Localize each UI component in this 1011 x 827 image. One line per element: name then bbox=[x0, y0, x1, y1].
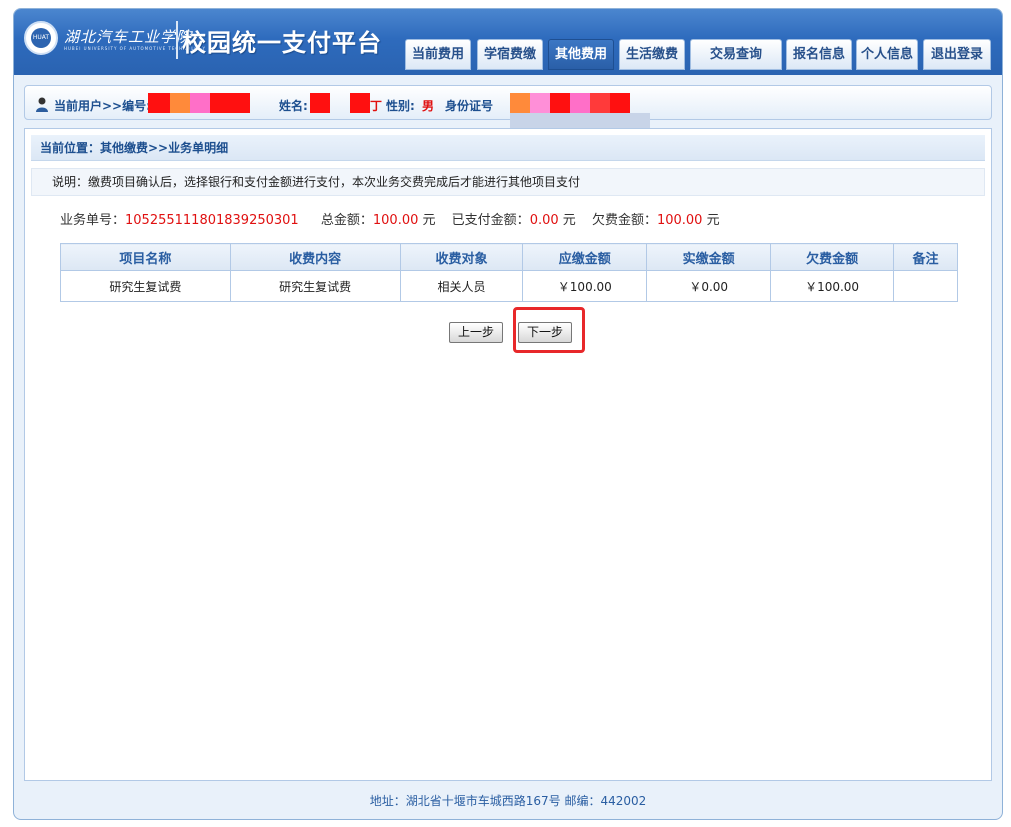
school-name: 湖北汽车工业学院 bbox=[64, 28, 193, 46]
tab-tuition-fees[interactable]: 学宿费缴 bbox=[477, 39, 543, 70]
paid-amount-value: 0.00 bbox=[529, 213, 559, 228]
paid-amount-unit: 元 bbox=[562, 213, 576, 228]
column-header: 收费内容 bbox=[229, 243, 401, 271]
total-amount-value: 100.00 bbox=[372, 213, 419, 228]
gender-label: 性别: bbox=[386, 99, 415, 113]
payment-notice: 说明：缴费项目确认后，选择银行和支付金额进行支付，本次业务交费完成后才能进行其他… bbox=[31, 168, 985, 196]
total-amount-label: 总金额： bbox=[320, 213, 373, 228]
user-icon bbox=[36, 97, 48, 112]
user-info-bar: 当前用户>>编号: 姓名: 丁 性别: 男 身份证号 bbox=[24, 85, 992, 131]
app-frame: HUAT 湖北汽车工业学院 HUBEI UNIVERSITY OF AUTOMO… bbox=[13, 8, 1003, 820]
main-content: 当前位置：其他缴费>>业务单明细 说明：缴费项目确认后，选择银行和支付金额进行支… bbox=[24, 128, 992, 781]
logo-divider bbox=[176, 21, 178, 59]
name-tail: 丁 bbox=[370, 99, 383, 113]
order-number-label: 业务单号： bbox=[60, 213, 126, 228]
table-cell: ￥100.00 bbox=[770, 270, 895, 302]
redacted-block bbox=[210, 93, 250, 113]
table-cell: ￥0.00 bbox=[646, 270, 772, 302]
column-header: 备注 bbox=[893, 243, 958, 271]
column-header: 欠费金额 bbox=[770, 243, 895, 271]
redacted-block bbox=[310, 93, 330, 113]
redacted-block bbox=[190, 93, 210, 113]
table-cell: 研究生复试费 bbox=[60, 270, 231, 302]
table-row: 研究生复试费 研究生复试费 相关人员 ￥100.00 ￥0.00 ￥100.00 bbox=[60, 270, 958, 302]
current-user-label: 当前用户>>编号: bbox=[54, 99, 151, 113]
paid-amount-label: 已支付金额： bbox=[451, 213, 530, 228]
redacted-block bbox=[570, 93, 590, 113]
column-header: 实缴金额 bbox=[646, 243, 772, 271]
total-amount-unit: 元 bbox=[422, 213, 436, 228]
tab-other-fees[interactable]: 其他费用 bbox=[548, 39, 614, 70]
redacted-block bbox=[590, 93, 610, 113]
column-header: 应缴金额 bbox=[522, 243, 648, 271]
redacted-block bbox=[530, 93, 550, 113]
next-step-highlight bbox=[513, 307, 585, 353]
tab-current-fees[interactable]: 当前费用 bbox=[405, 39, 471, 70]
table-header-row: 项目名称 收费内容 收费对象 应缴金额 实缴金额 欠费金额 备注 bbox=[60, 243, 958, 271]
gender-value: 男 bbox=[422, 99, 435, 113]
redacted-block bbox=[550, 93, 570, 113]
id-label: 身份证号 bbox=[445, 99, 494, 113]
redacted-block bbox=[610, 93, 630, 113]
tab-logout[interactable]: 退出登录 bbox=[923, 39, 991, 70]
order-number-value: 105255111801839250301 bbox=[125, 213, 299, 228]
emblem-text: HUAT bbox=[31, 28, 51, 48]
redacted-block bbox=[170, 93, 190, 113]
header: HUAT 湖北汽车工业学院 HUBEI UNIVERSITY OF AUTOMO… bbox=[14, 9, 1002, 75]
breadcrumb: 当前位置：其他缴费>>业务单明细 bbox=[31, 135, 985, 161]
column-header: 收费对象 bbox=[399, 243, 524, 271]
tab-transaction-query[interactable]: 交易查询 bbox=[690, 39, 782, 70]
redacted-block bbox=[510, 93, 530, 113]
tab-registration-info[interactable]: 报名信息 bbox=[786, 39, 852, 70]
school-emblem-icon: HUAT bbox=[24, 21, 58, 55]
name-label: 姓名: bbox=[279, 99, 308, 113]
redacted-block bbox=[148, 93, 170, 113]
table-cell bbox=[893, 270, 958, 302]
prev-step-button[interactable]: 上一步 bbox=[449, 322, 503, 343]
tab-personal-info[interactable]: 个人信息 bbox=[856, 39, 918, 70]
owed-amount-label: 欠费金额： bbox=[591, 213, 657, 228]
owed-amount-unit: 元 bbox=[706, 213, 720, 228]
platform-title: 校园统一支付平台 bbox=[182, 29, 382, 57]
footer-address: 地址：湖北省十堰市车城西路167号 邮编：442002 bbox=[369, 794, 647, 808]
tab-living-fees[interactable]: 生活缴费 bbox=[619, 39, 685, 70]
column-header: 项目名称 bbox=[60, 243, 231, 271]
owed-amount-value: 100.00 bbox=[656, 213, 703, 228]
fee-details-table: 项目名称 收费内容 收费对象 应缴金额 实缴金额 欠费金额 备注 研究生复试费 … bbox=[60, 243, 958, 302]
redacted-block bbox=[350, 93, 370, 113]
table-cell: ￥100.00 bbox=[522, 270, 648, 302]
table-cell: 研究生复试费 bbox=[229, 270, 401, 302]
order-summary: 业务单号：105255111801839250301 总金额：100.00 元 … bbox=[60, 209, 720, 228]
table-cell: 相关人员 bbox=[399, 270, 524, 302]
